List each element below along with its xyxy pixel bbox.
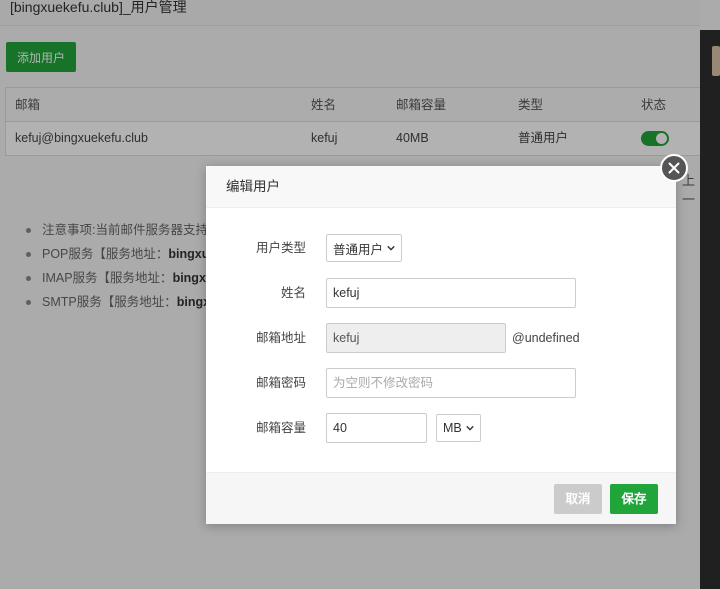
quota-input[interactable]: 40: [326, 413, 427, 443]
cancel-button[interactable]: 取消: [554, 484, 602, 514]
dialog-title: 编辑用户: [226, 179, 280, 194]
save-button[interactable]: 保存: [610, 484, 658, 514]
user-type-label: 用户类型: [255, 241, 306, 255]
password-input[interactable]: 为空则不修改密码: [326, 368, 576, 398]
close-icon: [668, 162, 680, 174]
user-type-row: 用户类型 普通用户: [206, 233, 676, 263]
quota-unit-select[interactable]: MB: [436, 414, 481, 442]
name-row: 姓名 kefuj: [206, 278, 676, 308]
dialog-header: 编辑用户: [206, 166, 676, 208]
email-input: kefuj: [326, 323, 506, 353]
edit-user-dialog: 编辑用户 用户类型 普通用户 姓名 kefuj 邮箱地址 kefuj @unde…: [206, 166, 676, 524]
password-label: 邮箱密码: [255, 376, 306, 390]
email-row: 邮箱地址 kefuj @undefined: [206, 323, 676, 353]
email-domain-suffix: @undefined: [512, 331, 580, 345]
email-label: 邮箱地址: [255, 331, 306, 345]
quota-label: 邮箱容量: [255, 421, 306, 435]
quota-unit-value: MB: [443, 421, 462, 435]
chevron-down-icon: [466, 425, 474, 431]
password-row: 邮箱密码 为空则不修改密码: [206, 368, 676, 398]
chevron-down-icon: [387, 245, 395, 251]
close-button[interactable]: [660, 154, 688, 182]
quota-row: 邮箱容量 40 MB: [206, 413, 676, 443]
name-label: 姓名: [280, 286, 306, 300]
name-input[interactable]: kefuj: [326, 278, 576, 308]
user-type-value: 普通用户: [333, 242, 384, 257]
user-type-select[interactable]: 普通用户: [326, 234, 403, 262]
dialog-footer: 取消 保存: [206, 472, 676, 524]
